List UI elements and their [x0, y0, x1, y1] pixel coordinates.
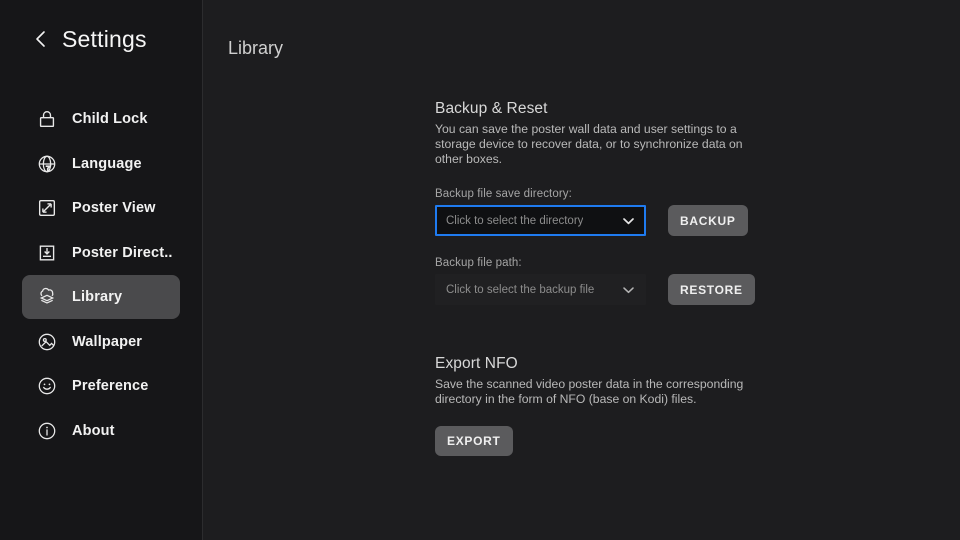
backup-reset-section: Backup & Reset You can save the poster w…	[435, 100, 765, 305]
export-nfo-section: Export NFO Save the scanned video poster…	[435, 355, 765, 456]
info-icon	[38, 422, 56, 439]
sidebar-item-poster-view[interactable]: Poster View	[22, 186, 180, 230]
export-section-description: Save the scanned video poster data in th…	[435, 377, 744, 406]
expand-icon	[38, 199, 56, 217]
sidebar-nav: Child Lock Language Poster View Poster D…	[0, 97, 202, 453]
globe-icon	[38, 155, 56, 172]
layers-icon	[39, 287, 55, 304]
chevron-left-icon	[36, 31, 45, 47]
backup-directory-label: Backup file save directory:	[435, 188, 572, 200]
smiley-icon	[38, 377, 56, 395]
chevron-down-icon	[623, 217, 634, 224]
sidebar-item-about[interactable]: About	[22, 409, 180, 453]
sidebar-item-child-lock[interactable]: Child Lock	[22, 97, 180, 141]
settings-panel: Backup & Reset You can save the poster w…	[435, 100, 765, 456]
sidebar-item-label: Poster Direct..	[72, 244, 173, 261]
save-inbox-icon	[39, 245, 55, 260]
sidebar-item-label: Child Lock	[72, 111, 148, 127]
sidebar-item-label: Language	[72, 155, 142, 172]
export-section-title: Export NFO	[435, 355, 518, 372]
sidebar: Settings Child Lock Language Poster View…	[0, 0, 203, 540]
settings-screen: Settings Child Lock Language Poster View…	[0, 0, 960, 540]
chevron-down-icon	[623, 286, 634, 293]
backup-path-group: Backup file path: Click to select the ba…	[435, 257, 765, 305]
sidebar-item-label: Poster View	[72, 200, 156, 216]
sidebar-item-label: Wallpaper	[72, 333, 143, 350]
backup-path-row: Click to select the backup file RESTORE	[435, 274, 765, 305]
backup-directory-placeholder: Click to select the directory	[446, 214, 584, 227]
backup-path-placeholder: Click to select the backup file	[446, 283, 595, 296]
page-heading: Settings	[62, 25, 147, 52]
sidebar-item-preference[interactable]: Preference	[22, 364, 180, 408]
sidebar-item-label: Library	[72, 289, 123, 305]
back-button[interactable]	[33, 28, 49, 50]
backup-path-select[interactable]: Click to select the backup file	[435, 274, 646, 305]
content-page-title: Library	[228, 38, 284, 58]
backup-directory-select[interactable]: Click to select the directory	[435, 205, 646, 236]
restore-button[interactable]: RESTORE	[668, 274, 755, 305]
sidebar-item-wallpaper[interactable]: Wallpaper	[22, 320, 180, 364]
sidebar-item-poster-directory[interactable]: Poster Direct..	[22, 231, 180, 275]
sidebar-item-library[interactable]: Library	[22, 275, 180, 319]
backup-directory-group: Backup file save directory: Click to sel…	[435, 188, 765, 236]
sidebar-item-label: Preference	[72, 378, 149, 394]
backup-section-title: Backup & Reset	[435, 100, 548, 117]
main-content: Library Backup & Reset You can save the …	[203, 0, 960, 540]
sidebar-header: Settings	[0, 19, 202, 59]
backup-directory-row: Click to select the directory BACKUP	[435, 205, 765, 236]
sidebar-item-label: About	[72, 422, 115, 439]
image-circle-icon	[38, 333, 56, 350]
backup-button[interactable]: BACKUP	[668, 205, 748, 236]
export-button[interactable]: EXPORT	[435, 426, 513, 456]
lock-icon	[39, 110, 55, 128]
sidebar-item-language[interactable]: Language	[22, 142, 180, 186]
backup-section-description: You can save the poster wall data and us…	[435, 122, 743, 166]
backup-path-label: Backup file path:	[435, 257, 522, 269]
